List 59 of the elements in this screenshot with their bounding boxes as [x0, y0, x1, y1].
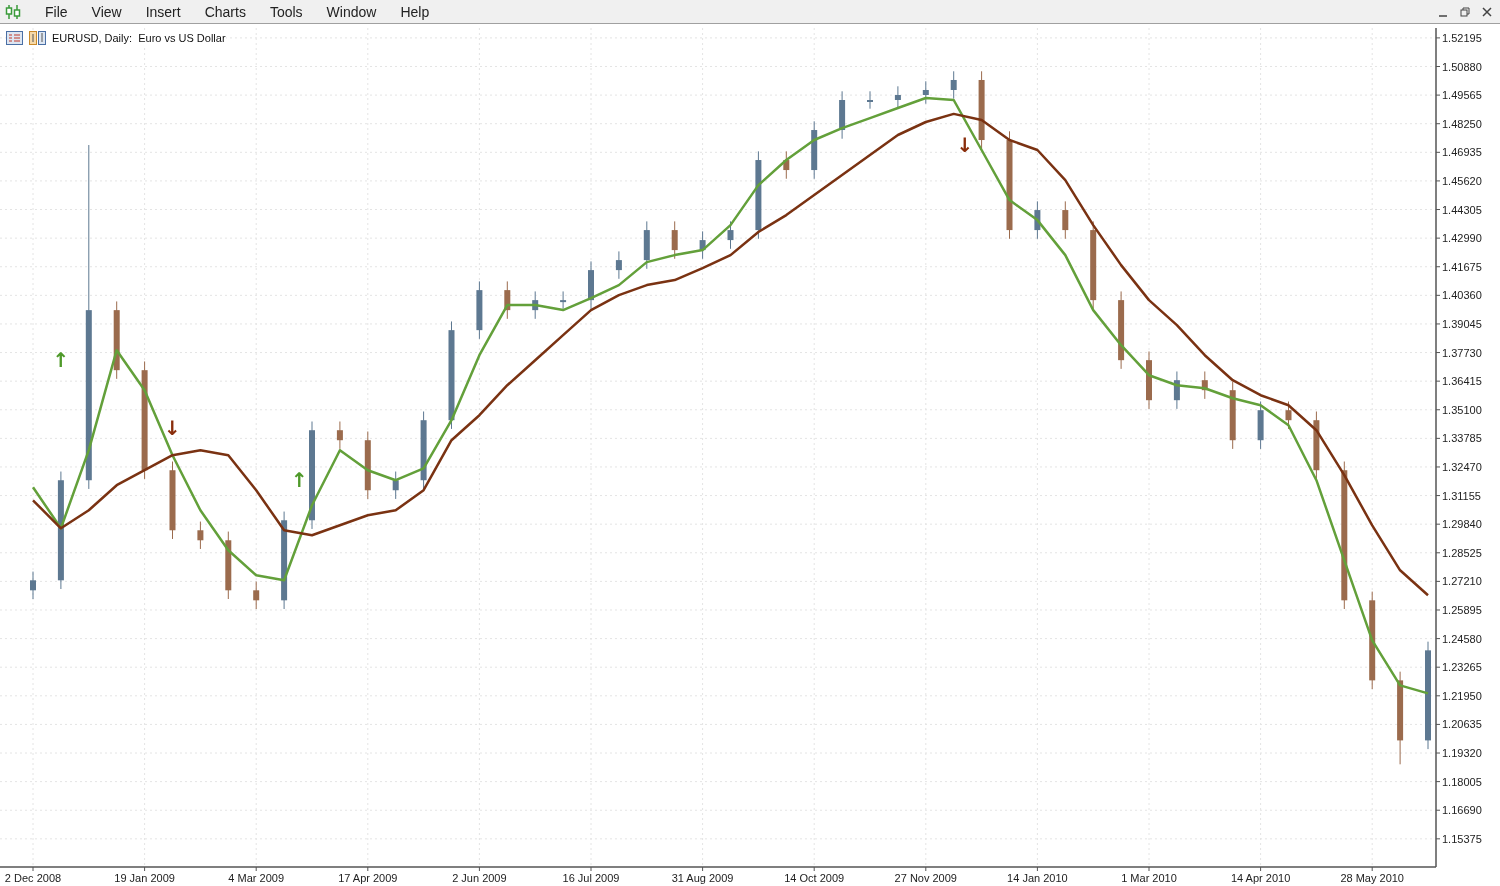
date-label: 14 Apr 2010: [1230, 872, 1291, 884]
menu-item[interactable]: Charts: [192, 3, 258, 20]
price-label: 1.23265: [1442, 661, 1482, 674]
menu-item[interactable]: View: [79, 3, 134, 20]
date-label: 14 Jan 2010: [1007, 872, 1068, 884]
date-label: 17 Apr 2009: [338, 872, 398, 884]
date-label: 14 Oct 2009: [784, 872, 845, 884]
chart-title: EURUSD, Daily: Euro vs US Dollar: [52, 32, 226, 44]
price-label: 1.36415: [1442, 375, 1482, 388]
menu-item[interactable]: Tools: [257, 3, 315, 20]
date-label: 1 Mar 2010: [1121, 872, 1177, 884]
price-label: 1.27210: [1442, 575, 1482, 588]
menu-item[interactable]: Window: [314, 3, 389, 20]
price-label: 1.21950: [1442, 689, 1482, 702]
price-label: 1.19320: [1442, 747, 1482, 759]
price-label: 1.37730: [1442, 346, 1482, 359]
price-label: 1.20635: [1442, 718, 1482, 731]
price-label: 1.45620: [1442, 174, 1482, 187]
price-label: 1.44305: [1442, 203, 1482, 216]
date-label: 2 Jun 2009: [452, 872, 507, 884]
date-label: 2 Dec 2008: [4, 872, 62, 884]
list-icon[interactable]: [6, 31, 23, 45]
date-label: 16 Jul 2009: [562, 872, 620, 884]
price-label: 1.28525: [1442, 546, 1482, 559]
price-label: 1.16690: [1442, 804, 1482, 817]
menu-item[interactable]: Help: [388, 3, 442, 20]
candlestick-icon: [5, 3, 21, 20]
price-label: 1.50880: [1442, 60, 1482, 73]
price-label: 1.40360: [1442, 289, 1482, 302]
price-label: 1.31155: [1442, 489, 1481, 502]
date-label: 19 Jan 2009: [114, 872, 175, 884]
restore-icon[interactable]: [1460, 6, 1470, 17]
price-label: 1.49565: [1442, 89, 1482, 102]
date-label: 28 May 2010: [1340, 872, 1404, 884]
price-label: 1.29840: [1442, 518, 1482, 531]
price-label: 1.46935: [1442, 146, 1482, 159]
price-label: 1.15375: [1442, 832, 1482, 845]
date-label: 31 Aug 2009: [671, 872, 734, 884]
price-label: 1.24580: [1442, 632, 1482, 645]
price-label: 1.25895: [1442, 604, 1482, 616]
signal-arrow: ↑: [291, 468, 308, 493]
menu-item[interactable]: File: [33, 3, 80, 20]
price-label: 1.52195: [1442, 31, 1482, 44]
chart-window-icon[interactable]: [29, 31, 46, 45]
signal-arrow: ↓: [164, 416, 181, 441]
price-label: 1.41675: [1442, 260, 1482, 273]
price-label: 1.35100: [1442, 403, 1482, 416]
menu-item[interactable]: Insert: [133, 3, 193, 20]
price-label: 1.42990: [1442, 232, 1482, 245]
price-label: 1.39045: [1442, 317, 1482, 330]
price-label: 1.32470: [1442, 460, 1482, 473]
price-label: 1.18005: [1442, 775, 1482, 788]
date-label: 4 Mar 2009: [228, 872, 285, 884]
price-label: 1.33785: [1442, 432, 1482, 445]
close-icon[interactable]: [1482, 6, 1492, 17]
price-label: 1.48250: [1442, 117, 1482, 130]
signal-arrow: ↓: [956, 133, 974, 158]
date-label: 27 Nov 2009: [894, 872, 957, 884]
signal-arrow: ↑: [52, 348, 70, 373]
